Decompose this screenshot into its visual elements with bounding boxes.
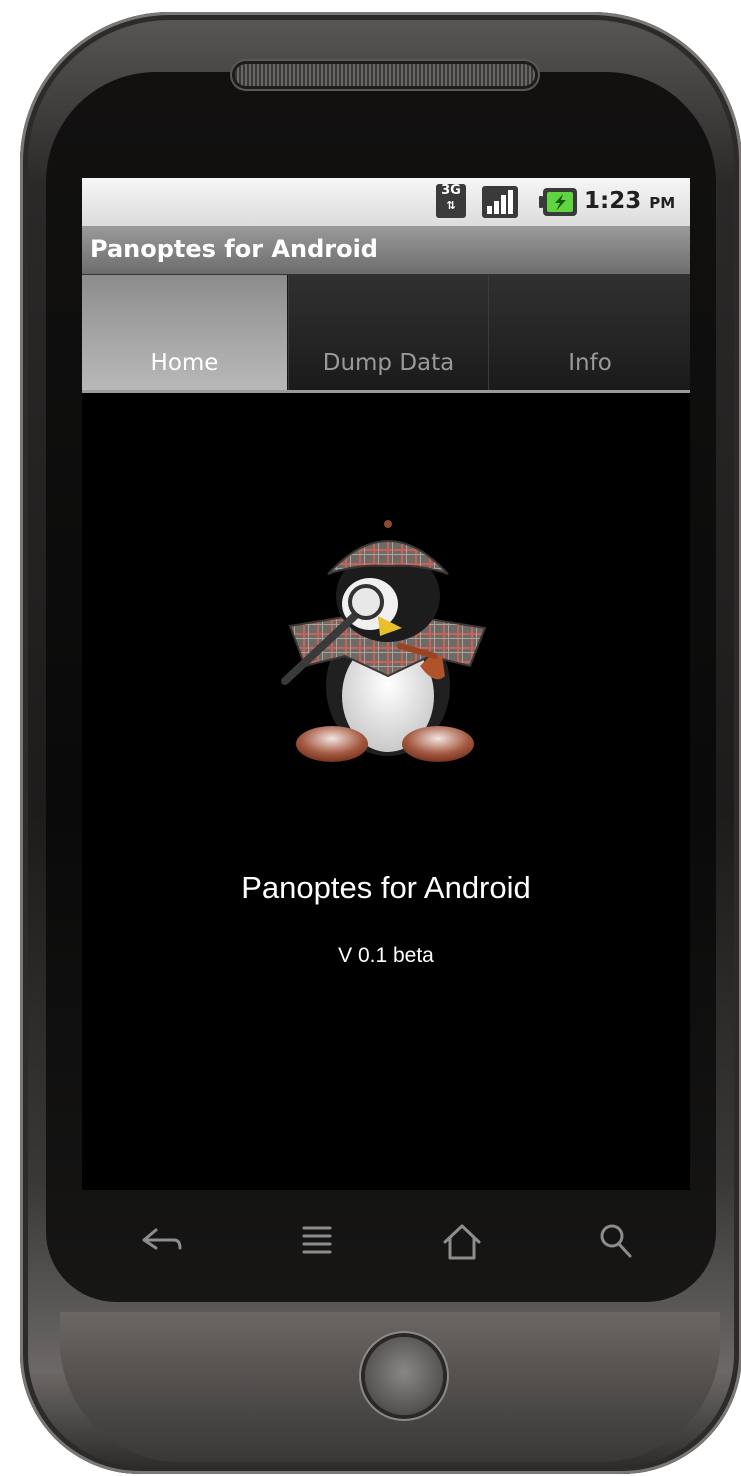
tab-dump-data[interactable]: Dump Data	[288, 275, 488, 390]
status-bar: 3G ⇅ 1:23 PM	[82, 178, 690, 226]
hardware-nav-bar	[82, 1190, 690, 1290]
app-name-heading: Panoptes for Android	[241, 870, 531, 905]
back-icon[interactable]	[136, 1218, 186, 1264]
clock-ampm: PM	[649, 194, 676, 212]
menu-icon[interactable]	[292, 1218, 342, 1264]
trackball-button[interactable]	[365, 1337, 443, 1415]
device-screen: 3G ⇅ 1:23 PM Panoptes for Android Home D…	[82, 178, 690, 1190]
signal-icon	[482, 186, 518, 218]
search-icon[interactable]	[592, 1218, 642, 1264]
sherlock-penguin-icon	[281, 520, 487, 762]
status-clock: 1:23 PM	[584, 188, 675, 218]
tab-info-label: Info	[568, 350, 612, 376]
earpiece-speaker	[235, 64, 535, 86]
app-title: Panoptes for Android	[90, 235, 378, 263]
home-icon[interactable]	[437, 1218, 487, 1264]
tab-info[interactable]: Info	[488, 275, 690, 390]
3g-data-icon: 3G ⇅	[436, 184, 466, 218]
clock-time: 1:23	[584, 188, 642, 214]
tab-home-label: Home	[150, 350, 219, 376]
app-version-label: V 0.1 beta	[338, 944, 434, 967]
battery-charging-icon	[539, 188, 577, 216]
tab-bar: Home Dump Data Info	[82, 275, 690, 393]
network-type-label: 3G	[441, 183, 461, 198]
tab-home[interactable]: Home	[82, 275, 287, 390]
title-bar: Panoptes for Android	[82, 226, 690, 275]
tab-underline	[82, 390, 690, 393]
tab-dump-data-label: Dump Data	[322, 350, 455, 376]
